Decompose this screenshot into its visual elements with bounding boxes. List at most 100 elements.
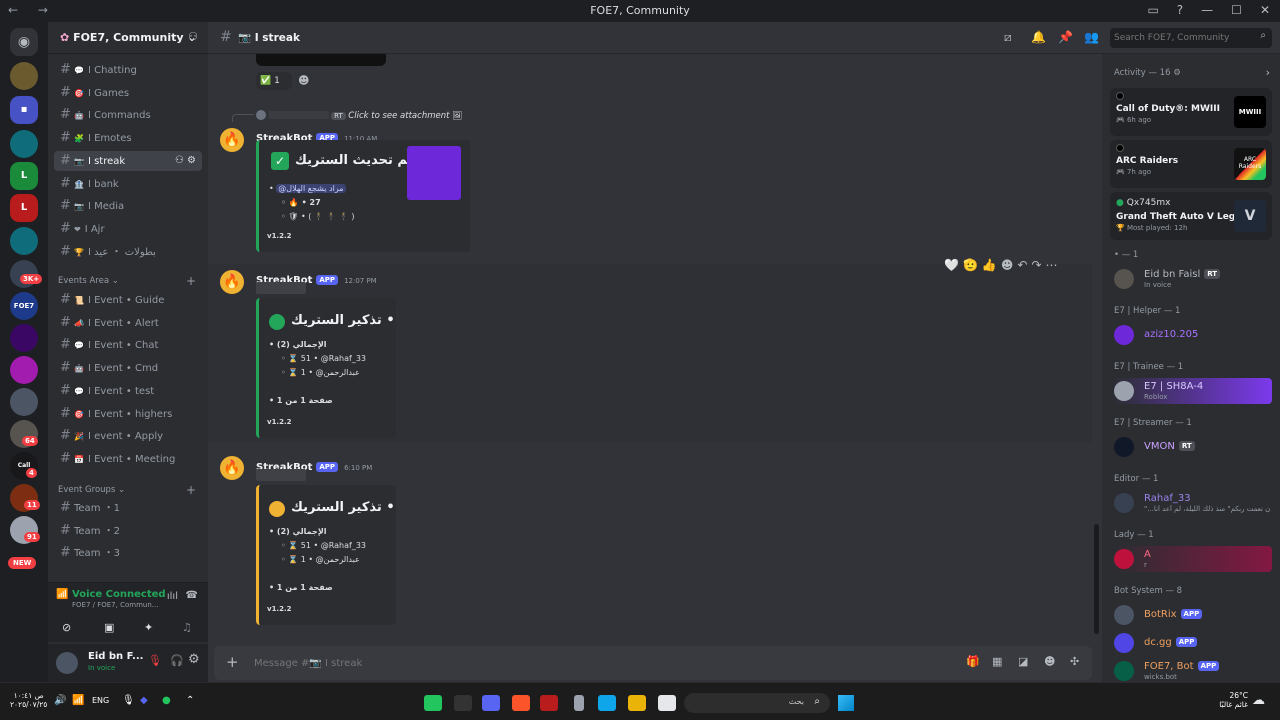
member-item[interactable]: BotRix APP [1112,602,1272,628]
channel-item[interactable]: # 📷 I Media [54,196,202,216]
member-item[interactable]: aziz10.205 [1112,322,1272,348]
channel-item[interactable]: # 📅 I Event • Meeting [54,449,202,469]
channel-item[interactable]: # 📷 I streak ⚇ ⚙ [54,150,202,171]
discord-taskbar-icon[interactable] [482,695,500,711]
reaction-chip[interactable]: ✅ 1 [256,72,292,90]
member-item[interactable]: FOE7, Bot APP wicks.bot [1112,658,1272,684]
scrollbar[interactable] [1094,524,1099,634]
channel-item[interactable]: # 🧩 I Emotes [54,128,202,148]
window-controls[interactable]: ▭? — ☐ ✕ [1129,3,1270,17]
channel-item[interactable]: # 💬 I Event • test [54,381,202,401]
pin-icon[interactable]: 📌 [1058,30,1073,44]
server-header[interactable]: ✿ FOE7, Community ⌄ ⚇ [48,22,208,54]
server-icon[interactable]: L [10,194,38,222]
steam-tray-icon[interactable]: ◆ [140,695,148,706]
epic-icon[interactable] [454,695,472,711]
server-icon[interactable] [10,388,38,416]
channel-settings-icon[interactable]: ⚇ ⚙ [175,151,196,171]
member-item[interactable]: E7 | SH8A-4 Roblox [1112,378,1272,404]
emoji-icon[interactable]: ☻ [1044,655,1055,668]
channel-item[interactable]: # 🏦 I bank [54,174,202,194]
activity-card[interactable]: ● Qx745mx Grand Theft Auto V Legacy 🏆 Mo… [1110,192,1272,240]
mic-icon[interactable]: 🎙 [122,695,135,706]
member-item[interactable]: Eid bn Faisl RT In voice [1112,266,1272,292]
server-icon[interactable]: FOE7 [10,292,38,320]
avatar[interactable]: 🔥 [220,128,244,152]
channel-item[interactable]: # Team ・3 [54,543,202,563]
member-item[interactable]: Rahaf_33"...الله مدد أن نعمت ربكم" منذ ذ… [1112,490,1272,516]
add-channel-icon[interactable]: + [186,483,196,497]
mic-muted-icon[interactable]: 🎙 [148,654,162,667]
wifi-icon[interactable]: 📶 [72,695,84,706]
sticker-icon[interactable]: ◪ [1018,655,1028,668]
avatar[interactable]: 🔥 [220,270,244,294]
deafen-icon[interactable]: 🎧 [170,654,184,667]
language-indicator[interactable]: ENG [92,696,109,705]
channel-item[interactable]: # Team ・1 [54,498,202,518]
app-icon[interactable] [540,695,558,711]
activity-card[interactable]: Call of Duty®: MWIII 🎮 6h ago MWIII [1110,88,1272,136]
channel-item[interactable]: # ❤ I Ajr [54,219,202,239]
voice-location[interactable]: FOE7 / FOE7, Commun... [72,601,172,609]
channel-item[interactable]: # 🎯 I Event • highers [54,404,202,424]
add-channel-icon[interactable]: + [186,274,196,288]
channel-item[interactable]: # 🤖 I Commands [54,105,202,125]
server-icon[interactable] [10,227,38,255]
server-icon[interactable] [10,356,38,384]
server-icon[interactable] [10,62,38,90]
server-folder-icon[interactable]: ▪ [10,96,38,124]
clock[interactable]: ص ١٠:٤١ ٢٠٢٥/٠٧/٢٥ [10,691,47,709]
member-list-icon[interactable]: 👥 [1084,30,1099,44]
screenshare-icon[interactable]: ▣ [104,621,114,634]
member-item[interactable]: dc.gg APP [1112,630,1272,656]
discord-home-icon[interactable]: ◉ [10,28,38,56]
weather-widget[interactable]: 26°C غائم غالبًا [1200,691,1248,709]
windows-start-icon[interactable] [838,695,854,711]
gift-icon[interactable]: 🎁 [966,655,980,668]
category-events[interactable]: Events Area ⌄ [58,276,119,286]
reply-preview[interactable]: RT Click to see attachment 🖼 [256,110,462,121]
message-actions[interactable]: 🤍🫡👍☻↶↷⋯ [944,258,1062,272]
notification-bell-icon[interactable]: 🔔 [1031,30,1046,44]
server-icon[interactable]: L [10,162,38,190]
message-input[interactable] [254,655,934,671]
voice-activity-icon[interactable]: ılıl [167,591,178,602]
channel-item[interactable]: # 📜 I Event • Guide [54,290,202,310]
server-icon[interactable] [10,130,38,158]
channel-item[interactable]: # 📣 I Event • Alert [54,313,202,333]
search-box[interactable]: ⌕ [1110,28,1272,48]
add-reaction-icon[interactable]: ☻ [298,74,309,87]
volume-icon[interactable]: 🔊 [54,695,66,706]
mouse-app-icon[interactable] [574,695,584,711]
store-icon[interactable] [598,695,616,711]
activities-icon[interactable]: ✦ [144,621,153,634]
member-item[interactable]: Ar [1112,546,1272,572]
brave-icon[interactable] [512,695,530,711]
chevron-right-icon[interactable]: › [1266,66,1270,79]
tray-icon[interactable]: ● [162,695,171,706]
avatar[interactable] [56,652,78,674]
camera-off-icon[interactable]: ⊘ [62,621,71,634]
file-explorer-icon[interactable] [628,695,646,711]
channel-item[interactable]: # 💬 I Event • Chat [54,335,202,355]
activity-card[interactable]: ARC Raiders 🎮 7h ago ARC Raiders [1110,140,1272,188]
channel-item[interactable]: # 🤖 I Event • Cmd [54,358,202,378]
channel-item[interactable]: # 🎉 I event • Apply [54,426,202,446]
member-item[interactable]: VMON RT [1112,434,1272,460]
channel-item[interactable]: # 🏆 I بطولات ・ عيد [54,242,202,262]
channel-item[interactable]: # Team ・2 [54,521,202,541]
gif-icon[interactable]: ▦ [992,655,1002,668]
spoiler-content[interactable] [256,469,306,481]
server-icon[interactable] [10,324,38,352]
apps-icon[interactable]: ✣ [1070,655,1079,668]
taskbar-search[interactable]: ⌕ بحث [684,693,830,713]
chevron-up-icon[interactable]: ⌃ [186,695,194,706]
channel-item[interactable]: # 💬 I Chatting [54,60,202,80]
embed-thumbnail[interactable] [407,146,461,200]
threads-icon[interactable]: ⧄ [1004,30,1012,45]
task-view-icon[interactable] [658,695,676,711]
image-attachment[interactable] [256,54,386,66]
search-input[interactable] [1114,31,1250,45]
settings-gear-icon[interactable]: ⚙ [188,652,200,667]
add-attachment-icon[interactable]: + [226,653,239,671]
